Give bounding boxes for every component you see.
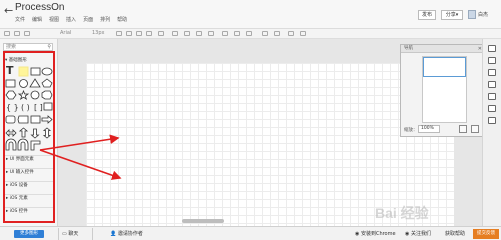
divider: [58, 228, 59, 240]
text-color-icon[interactable]: [146, 31, 152, 36]
right-tool-rail: [482, 39, 501, 226]
underline-icon[interactable]: [136, 31, 142, 36]
menu-file[interactable]: 文件: [15, 16, 25, 23]
back-icon[interactable]: [274, 31, 280, 36]
style-icon[interactable]: [488, 45, 496, 52]
connector-icon[interactable]: [222, 31, 228, 36]
comment-icon[interactable]: [488, 105, 496, 112]
search-input[interactable]: 搜索 ⚲: [3, 43, 53, 51]
menu-view[interactable]: 视图: [49, 16, 59, 23]
lock-icon[interactable]: [288, 31, 294, 36]
page-icon[interactable]: [488, 57, 496, 64]
share-button[interactable]: 分享▾: [441, 10, 463, 20]
attachment-icon[interactable]: [488, 117, 496, 124]
navigator-header[interactable]: 导航 ✕: [401, 45, 485, 53]
zoom-label: 缩放：: [404, 128, 418, 133]
bold-icon[interactable]: [116, 31, 122, 36]
menu-arrange[interactable]: 排列: [100, 16, 110, 23]
line-width-icon[interactable]: [196, 31, 202, 36]
get-help-link[interactable]: 获取帮助: [445, 230, 465, 237]
front-icon[interactable]: [262, 31, 268, 36]
processon-editor: ← ProcessOn 文件 编辑 视图 插入 页面 排列 帮助 发布 分享▾ …: [0, 0, 501, 240]
add-user-icon: 👤: [110, 231, 118, 237]
data-icon[interactable]: [488, 69, 496, 76]
font-family-select[interactable]: Arial: [60, 30, 71, 36]
navigator-title: 导航: [404, 46, 413, 51]
fit-page-icon[interactable]: [459, 125, 467, 133]
menu-insert[interactable]: 插入: [66, 16, 76, 23]
divider: [92, 228, 93, 240]
format-toolbar: Arial 13px: [0, 29, 501, 39]
invite-collaborators-button[interactable]: 👤 邀请协作者: [110, 230, 143, 237]
zoom-select[interactable]: 100%: [418, 125, 440, 133]
line-color-icon[interactable]: [184, 31, 190, 36]
app-title: ProcessOn: [15, 2, 65, 13]
feedback-button[interactable]: 提交反馈: [473, 229, 499, 239]
fullscreen-icon[interactable]: [471, 125, 479, 133]
search-icon[interactable]: ⚲: [47, 44, 51, 50]
navigator-viewport[interactable]: [423, 57, 466, 77]
install-chrome-link[interactable]: ◉ 安装到Chrome: [355, 230, 396, 237]
menu-edit[interactable]: 编辑: [32, 16, 42, 23]
menu-page[interactable]: 页面: [83, 16, 93, 23]
line-style-icon[interactable]: [208, 31, 214, 36]
undo-icon[interactable]: [14, 31, 20, 36]
search-placeholder: 搜索: [6, 44, 17, 50]
avatar[interactable]: [468, 10, 476, 19]
navigator-thumbnail[interactable]: [422, 56, 467, 123]
format-painter-icon[interactable]: [4, 31, 10, 36]
navigator-icon[interactable]: [488, 81, 496, 88]
start-arrow-icon[interactable]: [234, 31, 240, 36]
group-icon[interactable]: [300, 31, 306, 36]
history-icon[interactable]: [488, 93, 496, 100]
menu-bar: 文件 编辑 视图 插入 页面 排列 帮助: [15, 16, 127, 23]
navigator-panel: 导航 ✕ 缩放： 100%: [400, 44, 486, 137]
title-bar: ← ProcessOn 文件 编辑 视图 插入 页面 排列 帮助 发布 分享▾ …: [0, 0, 501, 29]
font-size-select[interactable]: 13px: [92, 30, 105, 36]
annotation-highlight-box: [3, 51, 55, 223]
menu-help[interactable]: 帮助: [117, 16, 127, 23]
chat-button[interactable]: ▭ 聊天: [62, 230, 78, 237]
end-arrow-icon[interactable]: [246, 31, 252, 36]
back-arrow-icon[interactable]: ←: [4, 4, 13, 17]
redo-icon[interactable]: [24, 31, 30, 36]
more-shapes-button[interactable]: 更多图形: [14, 230, 44, 238]
italic-icon[interactable]: [126, 31, 132, 36]
follow-us-link[interactable]: ◉ 关注我们: [405, 230, 431, 237]
horizontal-scrollbar[interactable]: [182, 219, 224, 223]
username[interactable]: 白杰: [478, 11, 488, 18]
publish-button[interactable]: 发布: [418, 10, 436, 20]
drawing-page-grid[interactable]: [86, 63, 454, 226]
align-icon[interactable]: [158, 31, 164, 36]
fill-color-icon[interactable]: [172, 31, 178, 36]
watermark: Bai 经验: [375, 205, 429, 221]
bottom-bar: 更多图形 ▭ 聊天 👤 邀请协作者 ◉ 安装到Chrome ◉ 关注我们 获取帮…: [0, 226, 501, 240]
